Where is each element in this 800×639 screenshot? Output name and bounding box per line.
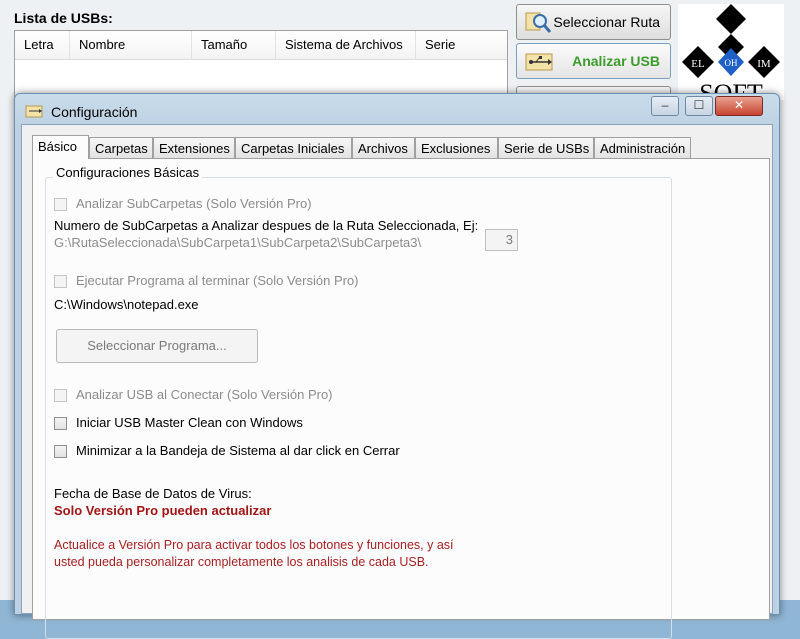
logo-text-left: EL bbox=[691, 58, 705, 70]
analyze-on-connect-label: Analizar USB al Conectar (Solo Versión P… bbox=[76, 387, 333, 402]
column-sistema-archivos[interactable]: Sistema de Archivos bbox=[276, 31, 416, 59]
subfolders-depth-field[interactable]: 3 bbox=[485, 229, 518, 251]
maximize-button[interactable]: ☐ bbox=[685, 96, 713, 116]
tab-administracion[interactable]: Administración bbox=[594, 137, 691, 158]
minimize-icon: – bbox=[661, 98, 669, 112]
subfolders-example: G:\RutaSeleccionada\SubCarpeta1\SubCarpe… bbox=[54, 235, 422, 250]
dialog-client-area: Básico Carpetas Extensiones Carpetas Ini… bbox=[21, 124, 773, 639]
close-icon: ✕ bbox=[733, 98, 745, 112]
logo-text-right: IM bbox=[757, 58, 771, 70]
column-tamano[interactable]: Tamaño bbox=[192, 31, 276, 59]
tab-carpetas-iniciales[interactable]: Carpetas Iniciales bbox=[235, 137, 352, 158]
tab-extensiones[interactable]: Extensiones bbox=[153, 137, 235, 158]
virus-db-value: Solo Versión Pro pueden actualizar bbox=[54, 503, 272, 518]
start-with-windows-label: Iniciar USB Master Clean con Windows bbox=[76, 415, 303, 430]
tab-exclusiones[interactable]: Exclusiones bbox=[415, 137, 498, 158]
tab-basico[interactable]: Básico bbox=[32, 135, 89, 159]
tab-carpetas[interactable]: Carpetas bbox=[89, 137, 153, 158]
usb-list-header: Letra Nombre Tamaño Sistema de Archivos … bbox=[15, 31, 507, 60]
subfolders-count-label: Numero de SubCarpetas a Analizar despues… bbox=[54, 218, 479, 233]
maximize-icon: ☐ bbox=[693, 98, 705, 112]
basic-settings-group-title: Configuraciones Básicas bbox=[53, 165, 203, 180]
tab-serie-usbs[interactable]: Serie de USBs bbox=[498, 137, 594, 158]
minimize-to-tray-checkbox[interactable] bbox=[54, 445, 67, 458]
analyze-usb-label: Analizar USB bbox=[572, 53, 660, 69]
column-letra[interactable]: Letra bbox=[15, 31, 70, 59]
configuration-dialog: Configuración – ☐ ✕ Básico Carpetas Exte… bbox=[14, 93, 780, 639]
logo-text-middle: OH bbox=[725, 58, 738, 68]
run-program-label: Ejecutar Programa al terminar (Solo Vers… bbox=[76, 273, 359, 288]
app-window-icon bbox=[25, 104, 43, 121]
column-serie[interactable]: Serie bbox=[416, 31, 507, 59]
analyze-subfolders-label: Analizar SubCarpetas (Solo Versión Pro) bbox=[76, 196, 312, 211]
minimize-button[interactable]: – bbox=[651, 96, 679, 116]
analyze-subfolders-checkbox[interactable] bbox=[54, 198, 67, 211]
dialog-title: Configuración bbox=[51, 104, 138, 120]
usb-list-title: Lista de USBs: bbox=[14, 10, 113, 26]
tab-archivos[interactable]: Archivos bbox=[352, 137, 415, 158]
usb-plug-icon bbox=[525, 51, 555, 76]
basic-tab-panel: Configuraciones Básicas Analizar SubCarp… bbox=[32, 158, 770, 639]
company-logo: EL OH IM SOFT bbox=[678, 4, 784, 108]
select-program-button[interactable]: Seleccionar Programa... bbox=[56, 329, 258, 363]
select-path-label: Seleccionar Ruta bbox=[553, 14, 660, 30]
magnifier-icon bbox=[525, 11, 552, 38]
virus-db-label: Fecha de Base de Datos de Virus: bbox=[54, 486, 252, 501]
column-nombre[interactable]: Nombre bbox=[70, 31, 192, 59]
analyze-on-connect-checkbox[interactable] bbox=[54, 389, 67, 402]
close-button[interactable]: ✕ bbox=[715, 96, 763, 116]
pro-notice-line-2: usted pueda personalizar completamente l… bbox=[54, 555, 429, 569]
select-path-button[interactable]: Seleccionar Ruta bbox=[516, 4, 671, 40]
start-with-windows-checkbox[interactable] bbox=[54, 417, 67, 430]
program-path: C:\Windows\notepad.exe bbox=[54, 297, 199, 312]
minimize-to-tray-label: Minimizar a la Bandeja de Sistema al dar… bbox=[76, 443, 400, 458]
analyze-usb-button[interactable]: Analizar USB bbox=[516, 43, 671, 79]
pro-notice-line-1: Actualice a Versión Pro para activar tod… bbox=[54, 538, 454, 552]
run-program-checkbox[interactable] bbox=[54, 275, 67, 288]
